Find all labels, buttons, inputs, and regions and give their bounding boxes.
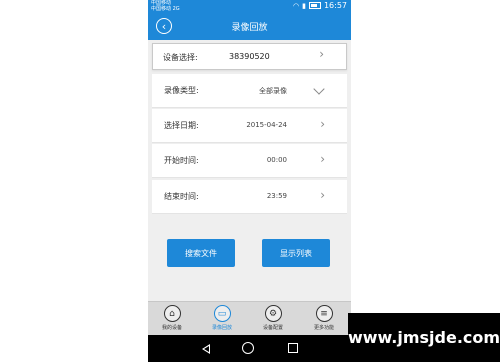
nav-home-icon[interactable] — [242, 342, 254, 354]
tab-label: 我的设备 — [161, 325, 182, 331]
chevron-down-icon — [313, 83, 325, 95]
status-icons: ◠ ▮ 16:57 — [293, 1, 347, 10]
chevron-right-icon: › — [320, 188, 325, 202]
record-type-value: 全部录像 — [259, 87, 287, 95]
gear-icon: ⚙ — [264, 305, 282, 322]
menu-icon: ≡ — [315, 305, 333, 322]
status-time: 16:57 — [323, 1, 347, 10]
system-nav-bar — [148, 335, 351, 362]
tab-playback[interactable]: ▭ 录像回放 — [198, 305, 246, 331]
end-time-label: 结束时间: — [164, 192, 199, 201]
tab-label: 设备配置 — [262, 325, 283, 331]
device-select-value: 38390520 — [229, 52, 270, 61]
watermark: www.jmsjde.com — [348, 313, 500, 362]
date-value: 2015-04-24 — [246, 121, 287, 129]
date-row[interactable]: 选择日期: 2015-04-24 › — [152, 109, 347, 143]
page-title: 录像回放 — [231, 23, 268, 33]
start-time-label: 开始时间: — [164, 156, 199, 165]
record-type-row[interactable]: 录像类型: 全部录像 — [152, 74, 347, 108]
device-select-label: 设备选择: — [163, 53, 198, 62]
nav-back-icon[interactable] — [202, 344, 210, 354]
end-time-value: 23:59 — [266, 192, 287, 200]
status-bar: 中国移动 中国移动 2G ◠ ▮ 16:57 — [148, 0, 351, 14]
end-time-row[interactable]: 结束时间: 23:59 › — [152, 180, 347, 214]
tab-my-devices[interactable]: ⌂ 我的设备 — [148, 305, 196, 331]
chevron-right-icon: › — [320, 152, 325, 166]
date-label: 选择日期: — [164, 121, 199, 130]
chevron-right-icon: › — [319, 47, 324, 61]
wifi-icon: ◠ — [292, 1, 300, 10]
tab-device-config[interactable]: ⚙ 设备配置 — [249, 305, 297, 331]
tab-more[interactable]: ≡ 更多功能 — [300, 305, 348, 331]
show-list-button[interactable]: 显示列表 — [262, 239, 330, 267]
start-time-value: 00:00 — [266, 156, 287, 164]
home-icon: ⌂ — [163, 305, 181, 322]
record-type-label: 录像类型: — [164, 86, 199, 95]
phone-screen: 中国移动 中国移动 2G ◠ ▮ 16:57 ‹ 录像回放 设备选择: 3839… — [148, 0, 351, 362]
chevron-right-icon: › — [320, 117, 325, 131]
tab-label: 录像回放 — [211, 325, 232, 331]
bottom-tab-bar: ⌂ 我的设备 ▭ 录像回放 ⚙ 设备配置 ≡ 更多功能 — [148, 301, 351, 335]
carrier-line-2: 中国移动 2G — [151, 6, 180, 12]
monitor-icon: ▭ — [213, 305, 231, 322]
signal-icon: ▮ — [302, 1, 306, 10]
app-header: ‹ 录像回放 — [148, 14, 351, 40]
tab-label: 更多功能 — [313, 325, 334, 331]
search-files-button[interactable]: 搜索文件 — [167, 239, 235, 267]
device-select-row[interactable]: 设备选择: 38390520 › — [152, 43, 347, 70]
start-time-row[interactable]: 开始时间: 00:00 › — [152, 144, 347, 178]
carrier-info: 中国移动 中国移动 2G — [151, 0, 180, 12]
nav-recent-icon[interactable] — [288, 343, 298, 353]
battery-icon — [308, 2, 321, 9]
